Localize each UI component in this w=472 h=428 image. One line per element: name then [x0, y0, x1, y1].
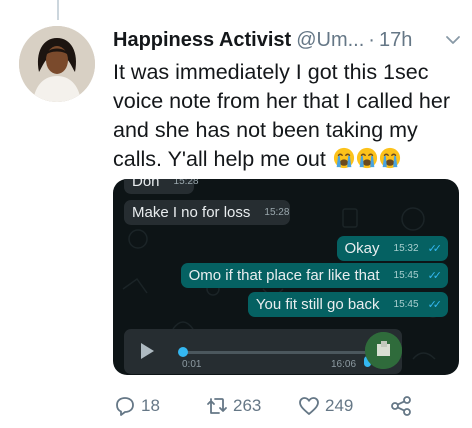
reply-count: 18	[141, 396, 160, 415]
message-time: 15:45	[393, 299, 419, 310]
author-name[interactable]: Happiness Activist	[113, 29, 291, 52]
incoming-message[interactable]: Don 15:28	[124, 179, 199, 194]
reply-icon	[116, 397, 134, 416]
voice-position: 0:01	[182, 359, 202, 370]
avatar-photo	[19, 26, 95, 102]
emoji-row	[332, 147, 401, 171]
outgoing-message[interactable]: Okay 15:32 ✓✓	[336, 236, 448, 261]
message-time: 15:32	[393, 243, 419, 254]
tweet-header: Happiness Activist @Um... · 17h	[113, 26, 465, 54]
thread-connector	[57, 0, 59, 20]
crying-face-emoji-icon	[356, 147, 377, 169]
message-time: 15:28	[264, 207, 290, 218]
message-text: Make I no for loss	[132, 204, 251, 221]
message-text: Omo if that place far like that	[188, 267, 380, 284]
voice-duration: 16:06	[331, 359, 357, 370]
voice-progress-track[interactable]	[182, 351, 372, 354]
crying-face-emoji-icon	[379, 147, 400, 169]
outgoing-message[interactable]: Omo if that place far like that 15:45 ✓✓	[180, 263, 448, 288]
outgoing-message[interactable]: You fit still go back 15:45 ✓✓	[247, 292, 448, 317]
tweet-media[interactable]: Don 15:28 Make I no for loss 15:28 Okay 15:32…	[113, 179, 459, 375]
play-icon[interactable]	[141, 343, 154, 359]
author-handle[interactable]: @Um...	[296, 29, 364, 52]
message-text: You fit still go back	[255, 296, 380, 313]
like-count: 249	[325, 396, 354, 415]
share-icon	[391, 396, 411, 416]
like-button[interactable]: 249	[297, 392, 353, 420]
retweet-icon	[207, 398, 227, 414]
message-text: Don	[132, 179, 160, 190]
message-time: 15:45	[393, 270, 419, 281]
read-receipt-icon: ✓✓	[427, 299, 443, 311]
tweet-actions: 18 263 249	[113, 392, 463, 420]
tweet-timestamp[interactable]: 17h	[379, 29, 412, 52]
retweet-button[interactable]: 263	[205, 392, 261, 420]
contact-photo	[365, 332, 402, 369]
voice-note[interactable]: 0:01 16:06	[124, 329, 402, 374]
read-receipt-icon: ✓✓	[427, 270, 443, 282]
incoming-message[interactable]: Make I no for loss 15:28	[124, 200, 290, 225]
chevron-down-icon[interactable]	[445, 32, 461, 48]
tweet-body: It was immediately I got this 1sec voice…	[113, 58, 463, 174]
author-avatar[interactable]	[19, 26, 95, 102]
crying-face-emoji-icon	[333, 147, 354, 169]
message-time: 15:28	[173, 179, 199, 187]
retweet-count: 263	[233, 396, 262, 415]
read-receipt-icon: ✓✓	[427, 243, 443, 255]
heart-icon	[299, 397, 319, 415]
voice-note-avatar	[365, 332, 402, 369]
voice-progress-knob[interactable]	[178, 347, 188, 357]
header-separator: ·	[368, 28, 375, 51]
message-text: Okay	[344, 240, 380, 257]
reply-button[interactable]: 18	[113, 392, 160, 420]
share-button[interactable]	[389, 392, 417, 420]
